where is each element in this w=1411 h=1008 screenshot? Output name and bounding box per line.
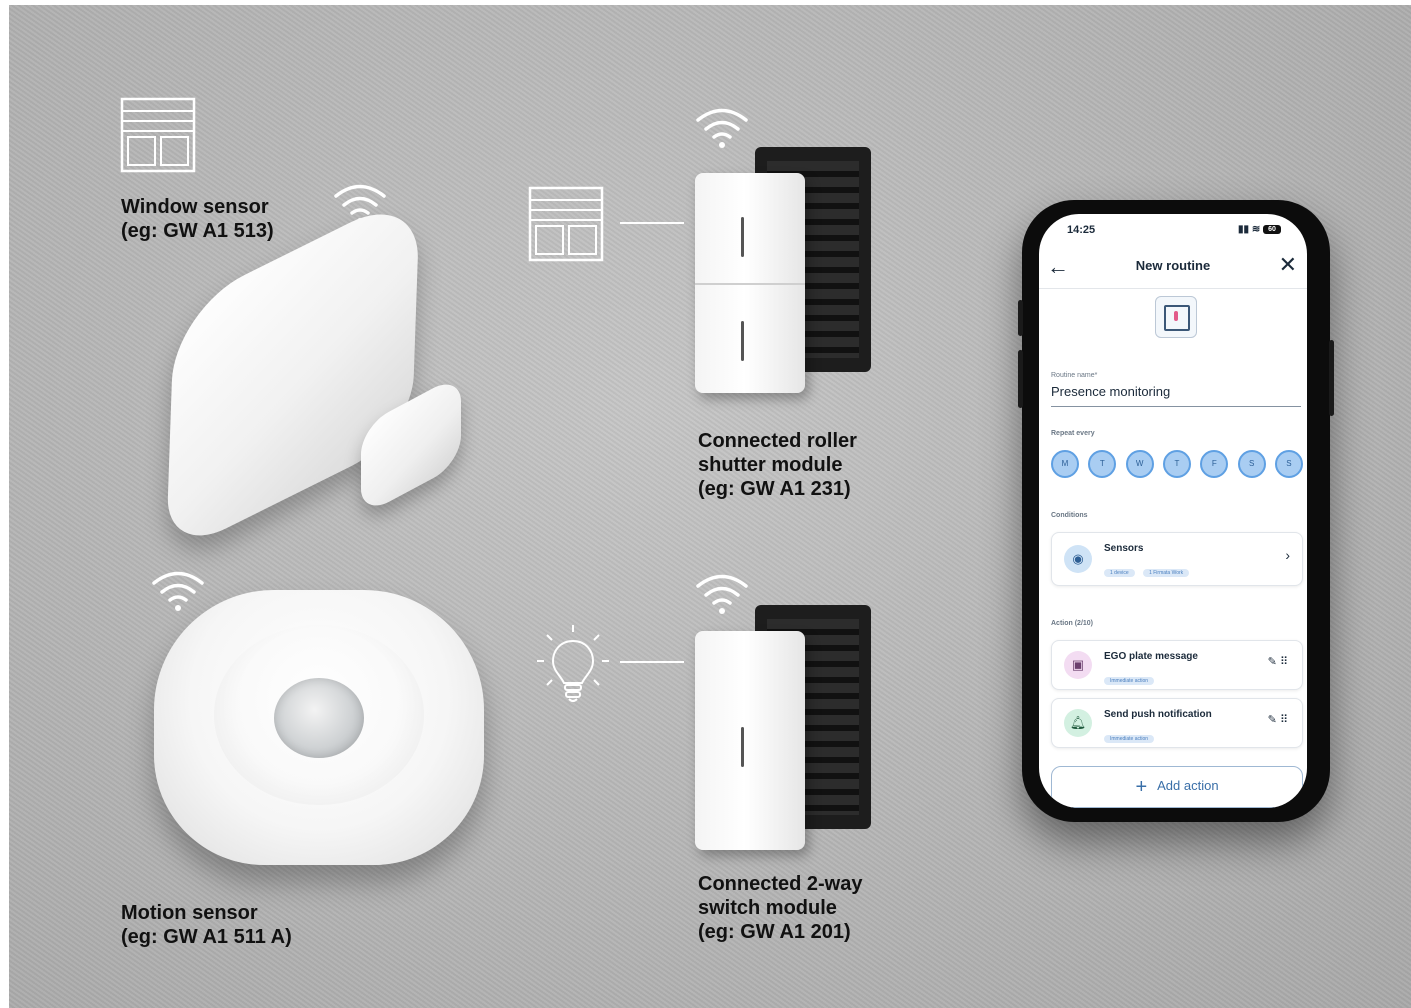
add-action-button[interactable]: + Add action [1051, 766, 1303, 808]
repeat-label: Repeat every [1051, 430, 1095, 437]
battery-icon: 60 [1263, 224, 1281, 234]
roller-module-model: (eg: GW A1 231) [698, 478, 851, 500]
switch-module-model: (eg: GW A1 201) [698, 921, 851, 943]
chip: 1 device [1104, 569, 1135, 577]
day-toggle[interactable]: T [1162, 450, 1191, 478]
action-tools: ✎ ⠿ [1268, 713, 1288, 726]
condition-card-sensors[interactable]: ◉ Sensors 1 device 1 Firmata Work › [1051, 532, 1303, 586]
actions-label: Action (2/10) [1051, 620, 1094, 627]
action-tools: ✎ ⠿ [1268, 655, 1288, 668]
pencil-icon[interactable]: ✎ [1268, 656, 1277, 668]
module-mark [741, 321, 744, 361]
routine-scene-icon[interactable] [1155, 296, 1197, 338]
connector-line [620, 661, 684, 663]
module-mark [741, 727, 744, 767]
action-card-push-notification[interactable]: 🔔︎ Send push notification Immediate acti… [1051, 698, 1303, 748]
window-sensor-label: Window sensor (eg: GW A1 513) [121, 195, 274, 243]
day-toggle[interactable]: F [1200, 450, 1229, 478]
phone-side-button [1018, 300, 1023, 336]
phone-screen: 14:25 ▮▮ ≋ 60 ← New routine ✕ Routine na… [1039, 214, 1307, 808]
plus-icon: + [1135, 775, 1148, 798]
switch-module-line2: switch module [698, 897, 837, 919]
day-selector: M T W T F S S [1051, 450, 1303, 478]
day-toggle[interactable]: W [1125, 450, 1154, 478]
switch-module-label: Connected 2-way switch module (eg: GW A1… [698, 872, 862, 944]
chip: Immediate action [1104, 677, 1155, 685]
roller-module-label: Connected roller shutter module (eg: GW … [698, 429, 857, 501]
pencil-icon[interactable]: ✎ [1268, 714, 1277, 726]
status-icons: ▮▮ ≋ 60 [1238, 224, 1281, 235]
action-title: EGO plate message [1104, 651, 1198, 662]
day-toggle[interactable]: S [1237, 450, 1266, 478]
motion-sensor-lens [274, 678, 364, 758]
chip: Immediate action [1104, 735, 1155, 743]
roller-module-line1: Connected roller [698, 430, 857, 452]
module-faceplate [695, 173, 805, 393]
action-chips: Immediate action [1104, 669, 1158, 687]
day-toggle[interactable]: M [1051, 450, 1079, 478]
sensor-icon: ◉ [1064, 545, 1092, 573]
day-toggle[interactable]: T [1088, 450, 1117, 478]
two-way-switch-module [695, 605, 875, 850]
bell-icon: 🔔︎ [1064, 709, 1092, 737]
action-chips: Immediate action [1104, 727, 1158, 745]
motion-sensor-name: Motion sensor [121, 902, 258, 924]
wifi-status-icon: ≋ [1251, 224, 1261, 235]
window-blind-icon [528, 186, 604, 262]
action-title: Send push notification [1104, 709, 1212, 720]
module-mark [741, 217, 744, 257]
drag-handle-icon[interactable]: ⠿ [1280, 656, 1288, 668]
condition-title: Sensors [1104, 543, 1144, 554]
day-toggle[interactable]: S [1274, 450, 1303, 478]
module-split [695, 283, 805, 285]
routine-name-label: Routine name* [1051, 372, 1098, 379]
motion-sensor-model: (eg: GW A1 511 A) [121, 926, 292, 948]
wifi-icon [696, 108, 748, 148]
module-faceplate [695, 631, 805, 850]
routine-name-field[interactable]: Presence monitoring [1051, 384, 1301, 407]
motion-sensor-label: Motion sensor (eg: GW A1 511 A) [121, 901, 292, 949]
connector-line [620, 222, 684, 224]
condition-chips: 1 device 1 Firmata Work [1104, 561, 1193, 579]
phone-side-button [1329, 340, 1334, 416]
wifi-icon [152, 571, 204, 611]
chip: 1 Firmata Work [1143, 569, 1190, 577]
roller-module-line2: shutter module [698, 454, 843, 476]
signal-icon: ▮▮ [1238, 224, 1250, 235]
lightbulb-icon [537, 625, 609, 702]
chevron-right-icon: › [1285, 547, 1290, 563]
add-action-label: Add action [1157, 778, 1219, 793]
window-blind-icon [120, 97, 196, 173]
window-sensor-model: (eg: GW A1 513) [121, 220, 274, 242]
close-icon[interactable]: ✕ [1279, 252, 1297, 278]
status-time: 14:25 [1067, 224, 1096, 236]
message-icon: ▣ [1064, 651, 1092, 679]
window-sensor-name: Window sensor [121, 196, 269, 218]
motion-sensor-device [154, 590, 484, 865]
roller-shutter-module [695, 147, 875, 393]
switch-module-line1: Connected 2-way [698, 873, 863, 895]
action-card-ego-plate[interactable]: ▣ EGO plate message Immediate action ✎ ⠿ [1051, 640, 1303, 690]
phone-side-button [1018, 350, 1023, 408]
conditions-label: Conditions [1051, 512, 1088, 519]
drag-handle-icon[interactable]: ⠿ [1280, 714, 1288, 726]
page-title: New routine [1135, 258, 1211, 273]
app-header: ← New routine ✕ [1039, 252, 1307, 289]
